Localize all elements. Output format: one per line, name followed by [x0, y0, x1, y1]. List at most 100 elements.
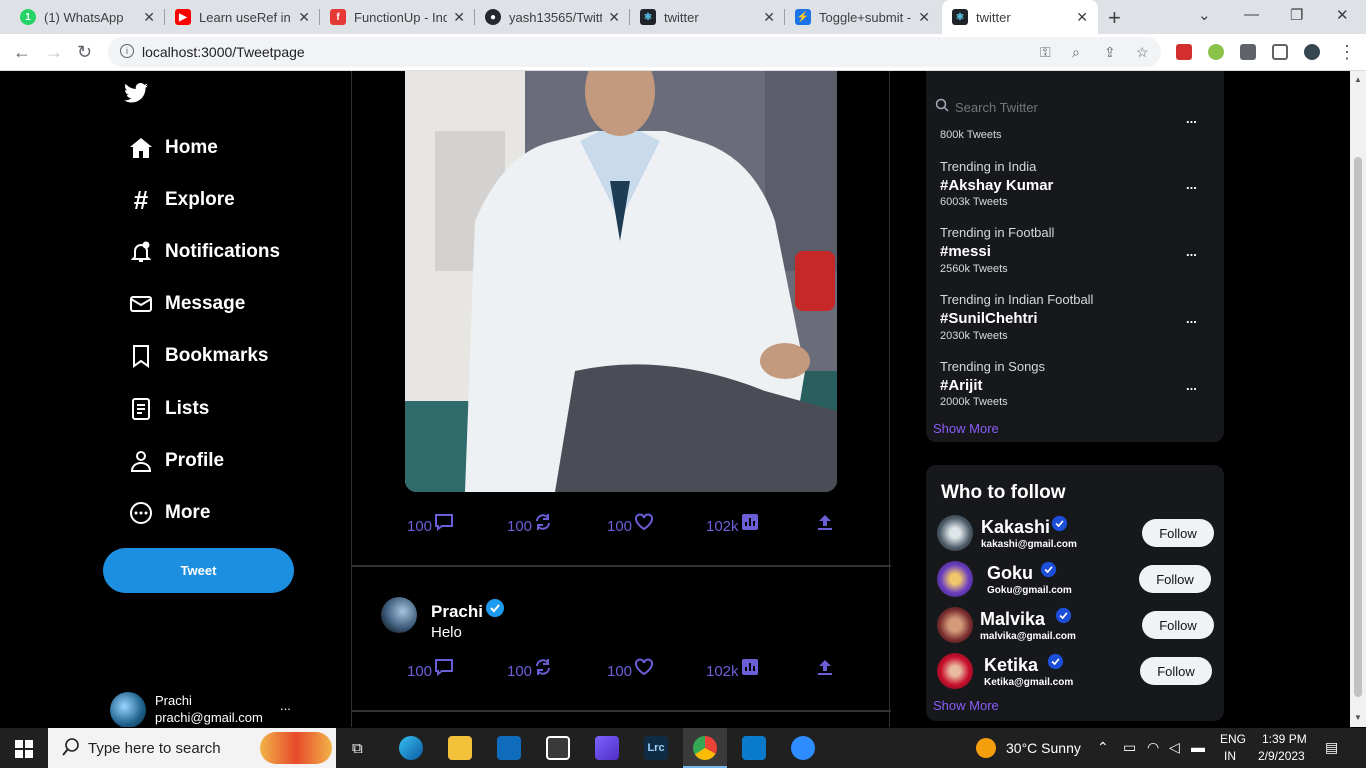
language-indicator[interactable]: ENG — [1220, 732, 1246, 746]
follow-user-name[interactable]: Kakashi — [981, 517, 1050, 538]
nav-lists[interactable]: Lists — [128, 396, 209, 422]
close-icon[interactable]: ✕ — [608, 9, 620, 26]
tweet-button[interactable]: Tweet — [103, 548, 294, 593]
nav-message[interactable]: Message — [128, 291, 245, 317]
account-more-button[interactable]: ... — [280, 698, 291, 713]
nav-bookmarks[interactable]: Bookmarks — [128, 343, 269, 369]
share-icon[interactable]: ⇪ — [1104, 44, 1116, 61]
tweet-author-name[interactable]: Prachi — [431, 602, 483, 622]
trends-show-more-link[interactable]: Show More — [933, 421, 999, 436]
search-input[interactable]: Search Twitter — [955, 100, 1038, 115]
tab-functionup[interactable]: f FunctionUp - Indi ✕ — [320, 0, 475, 34]
follow-user-name[interactable]: Malvika — [980, 609, 1045, 630]
weather-text[interactable]: 30°C Sunny — [1006, 740, 1081, 756]
retweet-button[interactable]: 100 — [507, 658, 554, 680]
nav-home[interactable]: Home — [128, 135, 218, 161]
trend-more-button[interactable]: ... — [1186, 378, 1197, 393]
close-icon[interactable]: ✕ — [298, 9, 310, 26]
bookmark-star-icon[interactable]: ☆ — [1136, 44, 1149, 61]
extension-green-icon[interactable] — [1208, 44, 1224, 60]
clipchamp-icon[interactable] — [595, 736, 619, 760]
file-explorer-icon[interactable] — [448, 736, 472, 760]
tab-twitter-active[interactable]: ⚛ twitter ✕ — [942, 0, 1098, 34]
trend-more-button[interactable]: ... — [1186, 177, 1197, 192]
tab-twitter-1[interactable]: ⚛ twitter ✕ — [630, 0, 785, 34]
scrollbar-thumb[interactable] — [1354, 157, 1362, 697]
like-button[interactable]: 100 — [607, 513, 656, 535]
follow-user-name[interactable]: Ketika — [984, 655, 1038, 676]
forward-button[interactable]: → — [45, 42, 63, 63]
share-button[interactable] — [817, 513, 835, 535]
side-panel-icon[interactable] — [1272, 44, 1288, 60]
twitter-bird-icon[interactable] — [124, 83, 148, 108]
follow-button[interactable]: Follow — [1139, 565, 1211, 593]
key-icon[interactable]: ⚿ — [1040, 44, 1051, 61]
tab-whatsapp[interactable]: 1 (1) WhatsApp ✕ — [10, 0, 165, 34]
nav-notifications[interactable]: Notifications — [128, 239, 280, 265]
pizza-doodle-icon[interactable] — [260, 732, 332, 764]
close-icon[interactable]: ✕ — [143, 9, 155, 26]
reply-button[interactable]: 100 — [407, 658, 456, 680]
retweet-button[interactable]: 100 — [507, 513, 554, 535]
tab-useref[interactable]: ▶ Learn useRef in 1 ✕ — [165, 0, 320, 34]
wifi-icon[interactable]: ◠ — [1147, 739, 1159, 756]
tab-github[interactable]: ● yash13565/Twitte ✕ — [475, 0, 630, 34]
close-icon[interactable]: ✕ — [763, 9, 775, 26]
nav-profile[interactable]: Profile — [128, 448, 224, 474]
trend-tag[interactable]: #Akshay Kumar — [940, 177, 1053, 194]
page-scrollbar[interactable]: ▲ ▼ — [1350, 71, 1366, 727]
close-icon[interactable]: ✕ — [918, 9, 930, 26]
avatar[interactable] — [937, 515, 973, 551]
zoom-icon[interactable]: ⌕ — [1072, 44, 1080, 61]
follow-show-more-link[interactable]: Show More — [933, 698, 999, 713]
lightroom-icon[interactable]: Lrc — [644, 736, 668, 760]
tab-search-icon[interactable]: ⌄ — [1198, 6, 1211, 24]
close-icon[interactable]: ✕ — [1076, 9, 1088, 26]
zoom-icon[interactable] — [791, 736, 815, 760]
share-button[interactable] — [817, 658, 835, 680]
clock-date[interactable]: 2/9/2023 — [1258, 749, 1305, 763]
chevron-up-icon[interactable]: ⌃ — [1097, 739, 1109, 756]
task-view-icon[interactable]: ⧉ — [352, 740, 363, 757]
chrome-icon[interactable] — [693, 736, 717, 760]
close-window-button[interactable]: ✕ — [1336, 6, 1349, 24]
edge-icon[interactable] — [399, 736, 423, 760]
avatar[interactable] — [937, 561, 973, 597]
like-button[interactable]: 100 — [607, 658, 656, 680]
region-indicator[interactable]: IN — [1224, 749, 1236, 763]
meet-now-icon[interactable]: ▭ — [1123, 739, 1136, 756]
scroll-down-arrow-icon[interactable]: ▼ — [1354, 713, 1362, 722]
back-button[interactable]: ← — [13, 42, 31, 63]
menu-kebab-icon[interactable]: ⋮ — [1338, 42, 1356, 63]
scroll-up-arrow-icon[interactable]: ▲ — [1354, 75, 1362, 84]
profile-avatar-icon[interactable] — [1304, 44, 1320, 60]
clock-time[interactable]: 1:39 PM — [1262, 732, 1307, 746]
extensions-puzzle-icon[interactable] — [1240, 44, 1256, 60]
volume-icon[interactable]: ◁ — [1169, 739, 1180, 756]
address-bar[interactable]: i localhost:3000/Tweetpage ⚿ ⌕ ⇪ ☆ — [108, 37, 1161, 67]
tweet-image[interactable] — [405, 71, 837, 492]
avatar[interactable] — [937, 653, 973, 689]
trend-tag[interactable]: #messi — [940, 243, 991, 260]
nav-explore[interactable]: # Explore — [128, 185, 235, 215]
trend-tag[interactable]: #SunilChehtri — [940, 310, 1038, 327]
maximize-button[interactable]: ❐ — [1290, 6, 1303, 24]
battery-icon[interactable]: ▬ — [1191, 739, 1205, 755]
follow-user-name[interactable]: Goku — [987, 563, 1033, 584]
views-button[interactable]: 102k — [706, 658, 761, 680]
follow-button[interactable]: Follow — [1142, 611, 1214, 639]
reply-button[interactable]: 100 — [407, 513, 456, 535]
windows-start-icon[interactable] — [15, 740, 33, 763]
vscode-icon[interactable] — [742, 736, 766, 760]
nav-more[interactable]: More — [128, 500, 210, 526]
close-icon[interactable]: ✕ — [453, 9, 465, 26]
trend-more-button[interactable]: ... — [1186, 244, 1197, 259]
store-icon[interactable] — [546, 736, 570, 760]
reload-button[interactable]: ↻ — [77, 42, 92, 63]
trend-tag[interactable]: #Arijit — [940, 377, 983, 394]
trend-more-button[interactable]: ... — [1186, 111, 1197, 126]
follow-button[interactable]: Follow — [1142, 519, 1214, 547]
avatar[interactable] — [381, 597, 417, 633]
views-button[interactable]: 102k — [706, 513, 761, 535]
extension-red-icon[interactable] — [1176, 44, 1192, 60]
